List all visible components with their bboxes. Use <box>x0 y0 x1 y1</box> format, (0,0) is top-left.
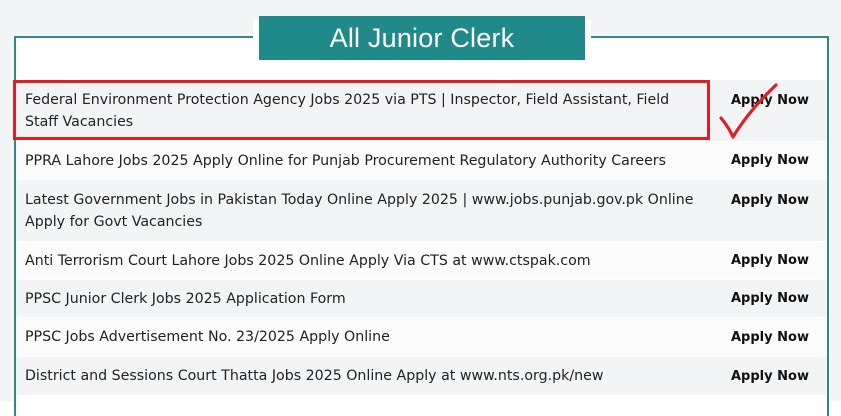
apply-now-link[interactable]: Apply Now <box>731 253 809 268</box>
section-title: All Junior Clerk <box>253 16 591 60</box>
job-title-link[interactable]: PPSC Jobs Advertisement No. 23/2025 Appl… <box>16 326 705 348</box>
job-title-link[interactable]: Federal Environment Protection Agency Jo… <box>16 89 705 133</box>
job-title-link[interactable]: Anti Terrorism Court Lahore Jobs 2025 On… <box>16 250 705 272</box>
job-title-link[interactable]: Latest Government Jobs in Pakistan Today… <box>16 189 705 233</box>
job-row: PPSC Junior Clerk Jobs 2025 Application … <box>16 280 827 318</box>
apply-now-link[interactable]: Apply Now <box>731 93 809 108</box>
apply-now-link[interactable]: Apply Now <box>731 153 809 168</box>
job-row: PPSC Jobs Advertisement No. 23/2025 Appl… <box>16 318 827 357</box>
job-row: Federal Environment Protection Agency Jo… <box>16 80 827 142</box>
job-title-link[interactable]: PPSC Junior Clerk Jobs 2025 Application … <box>16 288 705 310</box>
section-title-text: All Junior Clerk <box>329 22 515 53</box>
job-row: Anti Terrorism Court Lahore Jobs 2025 On… <box>16 242 827 280</box>
apply-now-link[interactable]: Apply Now <box>731 330 809 345</box>
apply-now-link[interactable]: Apply Now <box>731 193 809 208</box>
job-row: Latest Government Jobs in Pakistan Today… <box>16 180 827 242</box>
job-title-link[interactable]: District and Sessions Court Thatta Jobs … <box>16 365 705 387</box>
job-list: Federal Environment Protection Agency Jo… <box>16 80 827 396</box>
job-row: PPRA Lahore Jobs 2025 Apply Online for P… <box>16 142 827 180</box>
apply-now-link[interactable]: Apply Now <box>731 291 809 306</box>
apply-now-link[interactable]: Apply Now <box>731 369 809 384</box>
job-row: District and Sessions Court Thatta Jobs … <box>16 357 827 396</box>
job-title-link[interactable]: PPRA Lahore Jobs 2025 Apply Online for P… <box>16 150 705 172</box>
